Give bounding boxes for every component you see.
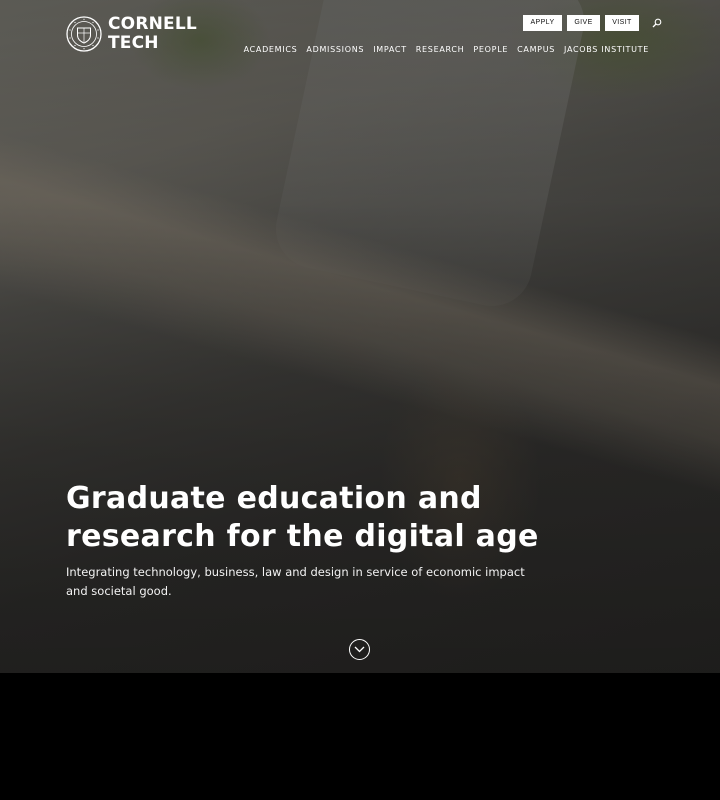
visit-button[interactable]: VISIT (605, 15, 639, 31)
logo-line-1: CORNELL (108, 14, 197, 34)
nav-item-jacobs-institute[interactable]: JACOBS INSTITUTE (564, 44, 649, 56)
nav-item-admissions[interactable]: ADMISSIONS (306, 44, 364, 56)
hero-section: CORNELL TECH APPLY GIVE VISIT ACADEMICS … (0, 0, 720, 673)
cornell-seal-icon (66, 16, 102, 52)
nav-item-impact[interactable]: IMPACT (373, 44, 407, 56)
search-icon[interactable] (652, 18, 662, 28)
hero-subheadline: Integrating technology, business, law an… (66, 565, 525, 598)
logo-wordmark: CORNELL TECH (108, 15, 197, 53)
site-logo[interactable]: CORNELL TECH (66, 15, 197, 53)
main-nav: ACADEMICS ADMISSIONS IMPACT RESEARCH PEO… (244, 44, 649, 56)
chevron-down-icon (354, 646, 365, 653)
apply-button[interactable]: APPLY (523, 15, 562, 31)
below-fold-section (0, 673, 720, 800)
nav-item-campus[interactable]: CAMPUS (517, 44, 555, 56)
nav-item-research[interactable]: RESEARCH (416, 44, 465, 56)
scroll-down-button[interactable] (349, 639, 370, 660)
nav-item-people[interactable]: PEOPLE (473, 44, 508, 56)
hero-headline: Graduate education and research for the … (66, 481, 539, 554)
give-button[interactable]: GIVE (567, 15, 600, 31)
logo-line-2: TECH (108, 33, 159, 53)
nav-item-academics[interactable]: ACADEMICS (244, 44, 298, 56)
utility-nav: APPLY GIVE VISIT (523, 15, 662, 31)
